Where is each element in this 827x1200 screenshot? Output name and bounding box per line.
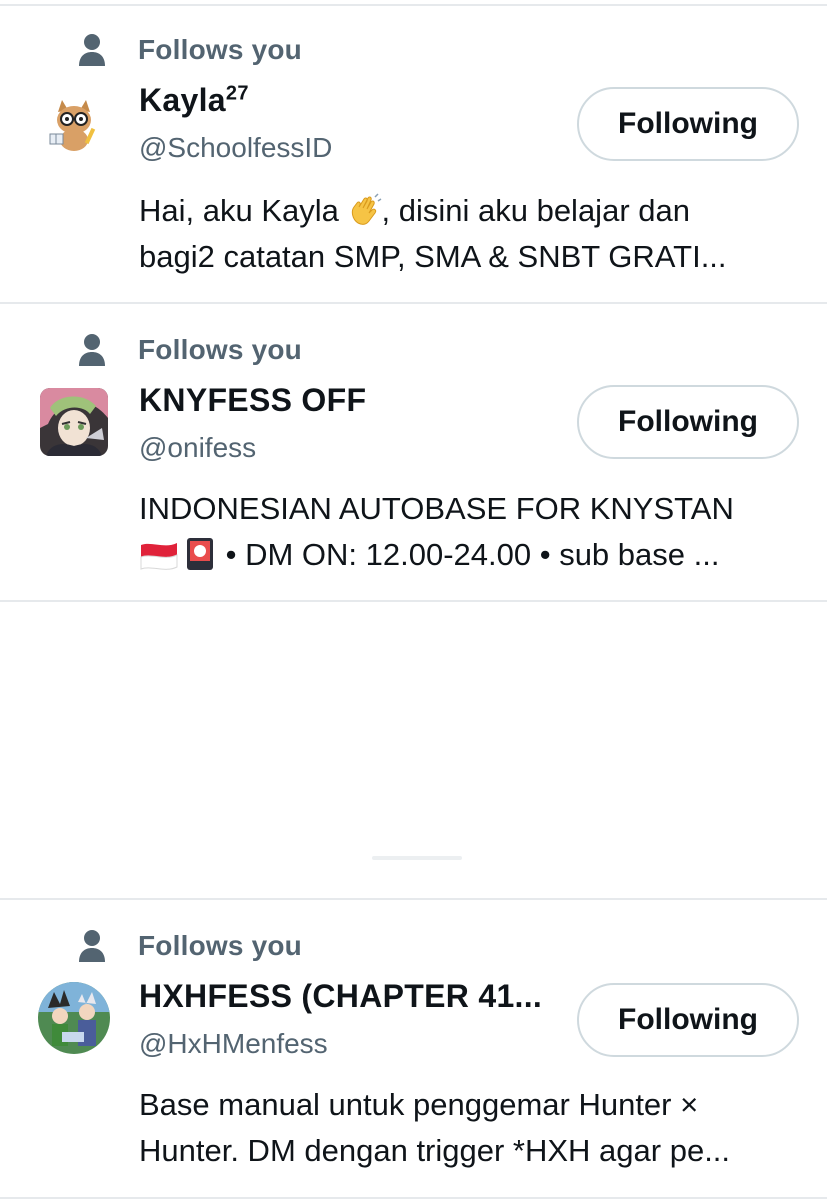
indonesia-flag-icon [140,543,178,570]
user-bio: Base manual untuk penggemar Hunter × Hun… [139,1082,799,1174]
person-icon [79,334,105,366]
avatar[interactable] [38,982,110,1054]
user-handle[interactable]: @onifess [139,432,256,464]
cat-avatar-icon [38,90,110,162]
hunter-hunter-avatar-icon [38,982,110,1054]
following-list: Follows you Kayla27 @SchoolfessID Follow… [0,0,827,1200]
following-button[interactable]: Following [577,983,799,1057]
follows-you-row: Follows you [78,330,302,370]
bio-line: bagi2 catatan SMP, SMA & SNBT GRATI... [139,239,727,274]
user-cell-hxhmenfess[interactable]: Follows you HXHFESS (CHAPTER 41... @HxHM… [0,926,827,1196]
avatar[interactable] [38,90,110,162]
follows-you-row: Follows you [78,926,302,966]
user-bio: INDONESIAN AUTOBASE FOR KNYSTAN • DM ON:… [139,486,799,578]
divider [0,1197,827,1199]
bio-line: Base manual untuk penggemar Hunter × [139,1087,699,1122]
bio-line: INDONESIAN AUTOBASE FOR KNYSTAN [139,491,734,526]
blank-area [372,856,462,860]
avatar[interactable] [40,388,108,456]
bio-line: • DM ON: 12.00-24.00 • sub base ... [139,532,799,578]
user-handle[interactable]: @SchoolfessID [139,132,332,164]
anime-character-avatar-icon [40,388,108,456]
display-name[interactable]: KNYFESS OFF [139,382,366,419]
divider [0,600,827,602]
follows-you-row: Follows you [78,30,302,70]
divider [0,898,827,900]
bio-line: Hunter. DM dengan trigger *HXH agar pe..… [139,1133,731,1168]
divider [0,302,827,304]
follows-you-label: Follows you [138,334,302,365]
person-icon [79,34,105,66]
user-cell-onifess[interactable]: Follows you KNYFESS OFF @onifess Followi… [0,330,827,600]
following-button[interactable]: Following [577,385,799,459]
user-cell-schoolfessid[interactable]: Follows you Kayla27 @SchoolfessID Follow… [0,30,827,300]
hanafuda-card-icon [187,538,213,570]
person-icon [79,930,105,962]
user-bio: Hai, aku Kayla , disini aku belajar dan … [139,188,799,280]
follows-you-label: Follows you [138,930,302,961]
waving-hand-icon [351,193,381,225]
display-name[interactable]: HXHFESS (CHAPTER 41... [139,978,542,1015]
user-handle[interactable]: @HxHMenfess [139,1028,328,1060]
bio-line: Hai, aku Kayla , disini aku belajar dan [139,193,690,228]
display-name[interactable]: Kayla27 [139,82,249,119]
divider [0,4,827,6]
following-button[interactable]: Following [577,87,799,161]
follows-you-label: Follows you [138,34,302,65]
